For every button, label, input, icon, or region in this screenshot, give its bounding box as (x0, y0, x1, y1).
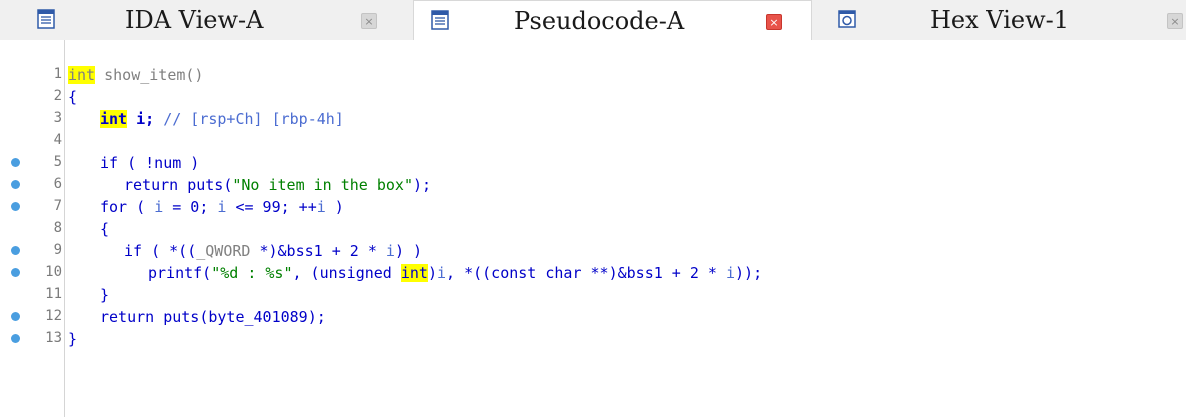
code-line[interactable]: 9 if ( *((_QWORD *)&bss1 + 2 * i) ) (0, 240, 1186, 262)
disassembly-view-icon (37, 9, 55, 29)
code-line[interactable]: 11 } (0, 284, 1186, 306)
breakpoint-dot[interactable] (11, 180, 20, 189)
line-number: 13 (45, 330, 62, 346)
code-text: if ( *((_QWORD *)&bss1 + 2 * i) ) (124, 242, 423, 260)
tab-ida-view-a[interactable]: IDA View-A × (0, 0, 397, 40)
tab-hex-view-1[interactable]: Hex View-1 × (812, 0, 1186, 40)
code-line[interactable]: 3 int i; // [rsp+Ch] [rbp-4h] (0, 108, 1186, 130)
line-number: 10 (45, 264, 62, 280)
code-line[interactable]: 2 { (0, 86, 1186, 108)
code-text: int i; // [rsp+Ch] [rbp-4h] (100, 110, 344, 128)
breakpoint-dot[interactable] (11, 334, 20, 343)
pseudocode-editor[interactable]: 1 int show_item() 2 { 3 int i; // [rsp+C… (0, 40, 1186, 417)
tab-hex-view-1-label: Hex View-1 (930, 6, 1070, 34)
code-line[interactable]: 1 int show_item() (0, 64, 1186, 86)
code-text: if ( !num ) (100, 154, 200, 172)
line-number: 2 (53, 88, 62, 104)
line-number: 7 (53, 198, 62, 214)
code-text: printf("%d : %s", (unsigned int)i, *((co… (148, 264, 763, 282)
breakpoint-dot[interactable] (11, 268, 20, 277)
close-icon[interactable]: × (361, 13, 377, 29)
close-icon[interactable]: × (766, 14, 782, 30)
code-text: for ( i = 0; i <= 99; ++i ) (100, 198, 344, 216)
code-line[interactable]: 4 (0, 130, 1186, 152)
code-line[interactable]: 8 { (0, 218, 1186, 240)
code-text: { (100, 220, 110, 238)
hex-view-icon (838, 10, 856, 28)
code-text: int show_item() (68, 66, 204, 84)
code-line[interactable]: 5 if ( !num ) (0, 152, 1186, 174)
code-text: { (68, 88, 78, 106)
breakpoint-dot[interactable] (11, 158, 20, 167)
line-number: 12 (45, 308, 62, 324)
line-number: 8 (53, 220, 62, 236)
code-text: return puts("No item in the box"); (124, 176, 432, 194)
close-icon[interactable]: × (1167, 13, 1183, 29)
tab-bar: IDA View-A × Pseudocode-A × Hex View-1 × (0, 0, 1186, 40)
breakpoint-dot[interactable] (11, 202, 20, 211)
line-number: 9 (53, 242, 62, 258)
tab-ida-view-a-label: IDA View-A (125, 6, 264, 34)
code-line[interactable]: 12 return puts(byte_401089); (0, 306, 1186, 328)
code-line[interactable]: 6 return puts("No item in the box"); (0, 174, 1186, 196)
line-number: 1 (53, 66, 62, 82)
line-number: 5 (53, 154, 62, 170)
line-number: 4 (53, 132, 62, 148)
code-line[interactable]: 13 } (0, 328, 1186, 350)
tab-pseudocode-a[interactable]: Pseudocode-A × (413, 0, 812, 40)
line-number: 11 (45, 286, 62, 302)
tab-pseudocode-a-label: Pseudocode-A (514, 7, 685, 35)
line-number: 6 (53, 176, 62, 192)
code-line[interactable]: 10 printf("%d : %s", (unsigned int)i, *(… (0, 262, 1186, 284)
code-text: } (100, 286, 110, 304)
pseudocode-view-icon (431, 10, 449, 30)
code-line[interactable]: 7 for ( i = 0; i <= 99; ++i ) (0, 196, 1186, 218)
breakpoint-dot[interactable] (11, 246, 20, 255)
breakpoint-dot[interactable] (11, 312, 20, 321)
code-text: } (68, 330, 78, 348)
line-number: 3 (53, 110, 62, 126)
code-text: return puts(byte_401089); (100, 308, 326, 326)
